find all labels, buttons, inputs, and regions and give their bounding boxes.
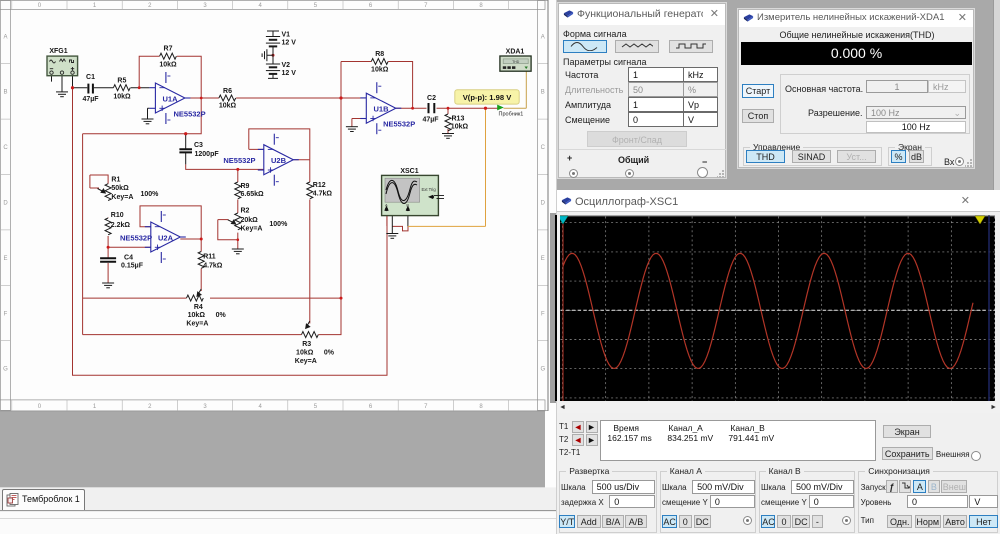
svg-text:R1: R1 <box>111 176 120 183</box>
svg-text:U2B: U2B <box>271 156 287 165</box>
svg-text:V(p-p): 1.98 V: V(p-p): 1.98 V <box>463 93 512 102</box>
svg-text:Key=A: Key=A <box>295 358 317 365</box>
svg-text:U2A: U2A <box>158 234 174 243</box>
svg-text:R6: R6 <box>223 88 232 95</box>
svg-text:NE5532P: NE5532P <box>120 234 152 243</box>
svg-text:10kΩ: 10kΩ <box>159 62 177 69</box>
svg-text:R12: R12 <box>313 182 326 189</box>
svg-text:C3: C3 <box>194 142 203 149</box>
svg-text:C1: C1 <box>86 74 95 81</box>
svg-text:G: G <box>540 367 545 373</box>
svg-text:10kΩ: 10kΩ <box>371 66 389 73</box>
svg-text:NE5532P: NE5532P <box>383 120 415 129</box>
svg-text:XFG1: XFG1 <box>49 48 67 55</box>
svg-text:10kΩ: 10kΩ <box>219 102 237 109</box>
svg-text:G: G <box>3 367 8 373</box>
svg-text:C: C <box>3 145 8 151</box>
svg-text:R7: R7 <box>164 45 173 52</box>
svg-text:1200pF: 1200pF <box>195 151 220 158</box>
svg-text:12 V: 12 V <box>282 70 297 77</box>
svg-text:12 V: 12 V <box>282 40 297 47</box>
svg-text:B: B <box>3 90 7 96</box>
svg-text:D: D <box>3 201 8 207</box>
svg-text:R4: R4 <box>194 304 203 311</box>
svg-text:Key=A: Key=A <box>111 194 133 201</box>
svg-text:4.7kΩ: 4.7kΩ <box>313 190 333 197</box>
svg-text:C4: C4 <box>124 255 133 262</box>
svg-text:6.65kΩ: 6.65kΩ <box>241 191 265 198</box>
svg-text:XDA1: XDA1 <box>506 49 525 56</box>
svg-text:F: F <box>4 311 8 317</box>
svg-text:R11: R11 <box>203 254 216 261</box>
svg-text:Key=A: Key=A <box>241 225 263 232</box>
svg-text:R10: R10 <box>111 212 124 219</box>
svg-text:D: D <box>541 201 546 207</box>
svg-text:20kΩ: 20kΩ <box>241 217 259 224</box>
svg-text:A: A <box>3 35 7 41</box>
svg-text:Ext Trig: Ext Trig <box>422 187 437 192</box>
svg-text:B: B <box>406 203 409 208</box>
svg-text:47µF: 47µF <box>422 116 439 123</box>
svg-text:B: B <box>541 90 545 96</box>
svg-text:F: F <box>541 311 545 317</box>
svg-text:10kΩ: 10kΩ <box>188 312 206 319</box>
svg-text:R9: R9 <box>241 183 250 190</box>
svg-text:50kΩ: 50kΩ <box>111 185 129 192</box>
svg-text:R2: R2 <box>241 208 250 215</box>
svg-text:4.7kΩ: 4.7kΩ <box>203 263 223 270</box>
svg-text:C: C <box>541 145 546 151</box>
svg-text:U1A: U1A <box>163 95 179 104</box>
svg-text:100%: 100% <box>141 191 160 198</box>
svg-text:100%: 100% <box>269 221 288 228</box>
svg-text:10kΩ: 10kΩ <box>113 93 131 100</box>
svg-text:A: A <box>385 203 388 208</box>
svg-text:E: E <box>541 256 545 262</box>
svg-text:Key=A: Key=A <box>186 320 208 327</box>
svg-text:V1: V1 <box>282 31 291 38</box>
svg-text:XSC1: XSC1 <box>400 168 418 175</box>
svg-text:0%: 0% <box>216 312 227 319</box>
svg-text:NE5532P: NE5532P <box>223 156 255 165</box>
svg-text:E: E <box>3 256 7 262</box>
svg-text:C2: C2 <box>427 95 436 102</box>
svg-text:R13: R13 <box>452 116 465 123</box>
svg-text:0.15µF: 0.15µF <box>121 263 144 270</box>
svg-text:Пробник1: Пробник1 <box>499 112 524 118</box>
svg-text:NE5532P: NE5532P <box>174 109 206 118</box>
svg-text:2.2kΩ: 2.2kΩ <box>111 222 131 229</box>
svg-text:V2: V2 <box>282 62 291 69</box>
svg-text:THD: THD <box>512 60 520 64</box>
svg-text:10kΩ: 10kΩ <box>451 123 469 130</box>
svg-text:0%: 0% <box>324 350 335 357</box>
svg-text:U1B: U1B <box>374 105 390 114</box>
svg-text:R5: R5 <box>117 78 126 85</box>
svg-text:10kΩ: 10kΩ <box>296 350 314 357</box>
svg-text:A: A <box>541 35 545 41</box>
svg-text:47µF: 47µF <box>82 96 99 103</box>
svg-text:R8: R8 <box>375 51 384 58</box>
svg-text:R3: R3 <box>302 341 311 348</box>
